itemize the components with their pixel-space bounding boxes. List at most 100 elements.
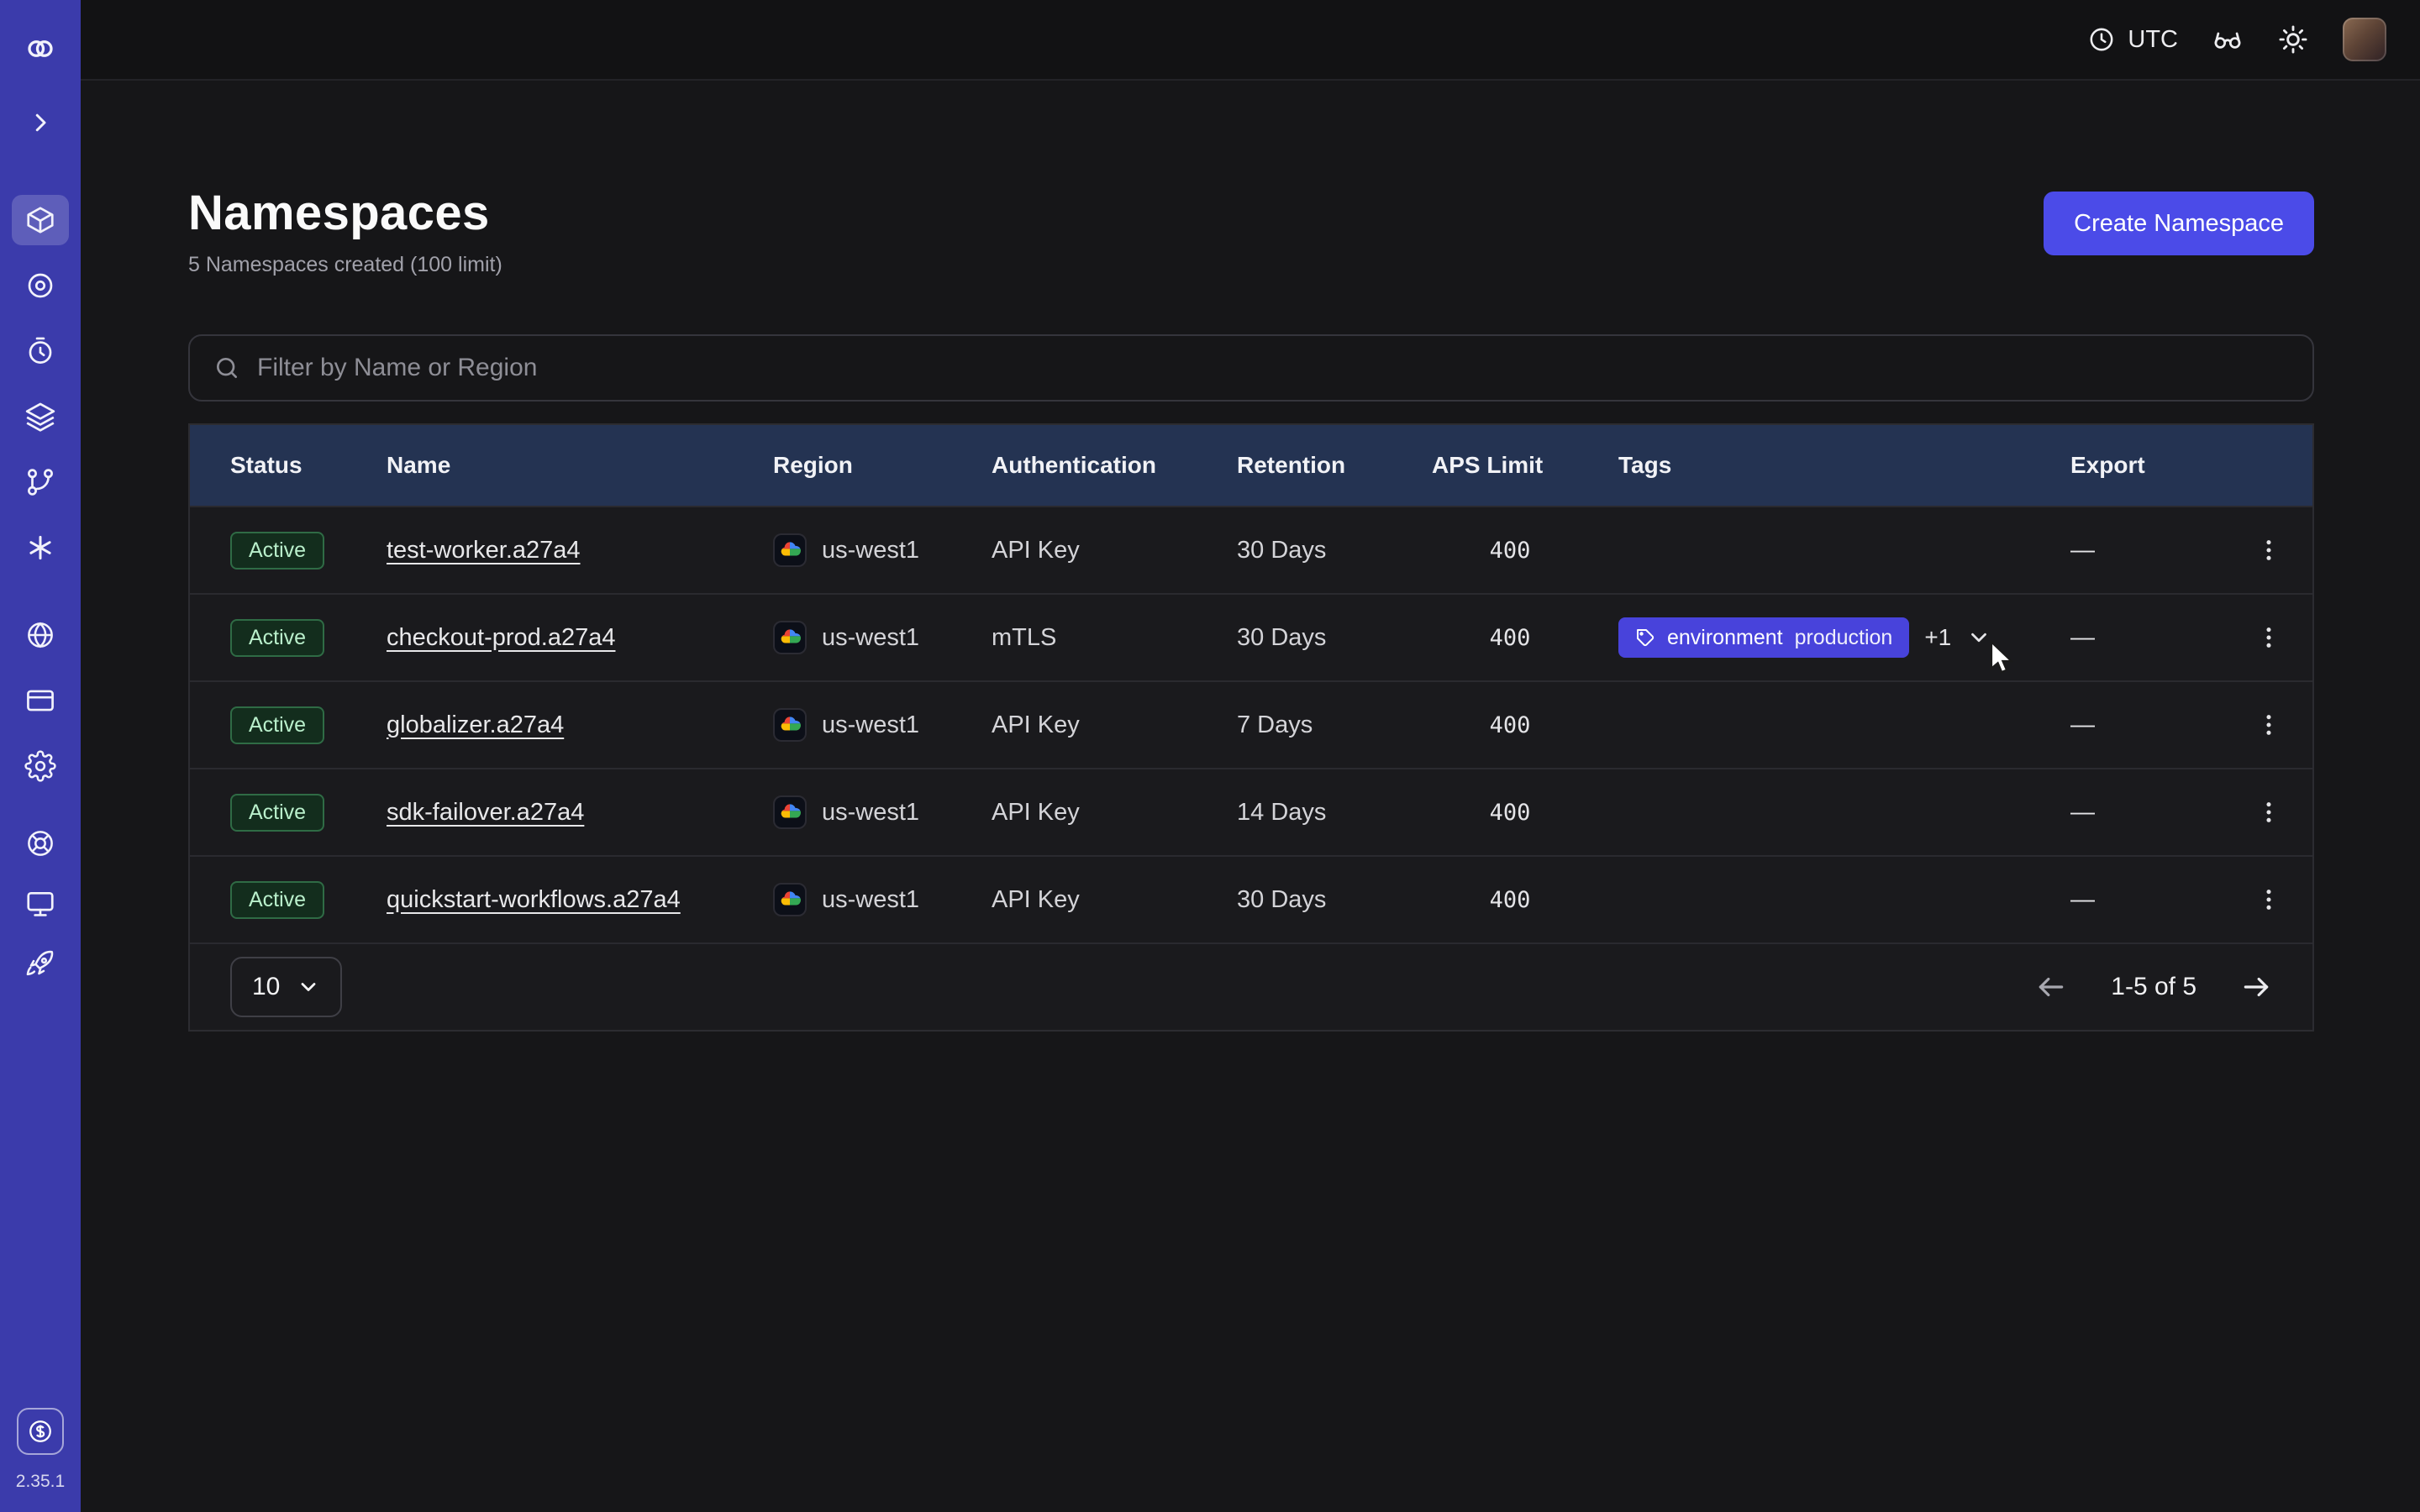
tags-cell: environment production +1: [1618, 617, 2070, 658]
globe-icon: [24, 619, 56, 651]
namespace-link[interactable]: sdk-failover.a27a4: [387, 799, 584, 826]
credit-card-icon: [24, 685, 56, 717]
aps-limit-value: 400: [1432, 800, 1618, 826]
theme-toggle-button[interactable]: [2277, 24, 2309, 55]
page-subtitle: 5 Namespaces created (100 limit): [188, 253, 502, 277]
sidebar-item-support[interactable]: [12, 818, 69, 869]
sidebar-item-workflows[interactable]: [12, 457, 69, 507]
export-value: —: [2070, 711, 2240, 739]
namespaces-table: Status Name Region Authentication Retent…: [188, 423, 2314, 1032]
kebab-icon: [2255, 886, 2282, 913]
region-label: us-west1: [822, 886, 919, 914]
sidebar: 2.35.1: [0, 0, 81, 1512]
gcp-logo-icon: [773, 708, 807, 742]
monitor-icon: [24, 888, 56, 920]
kebab-icon: [2255, 799, 2282, 826]
namespace-link[interactable]: test-worker.a27a4: [387, 537, 581, 564]
retention-label: 14 Days: [1237, 799, 1432, 827]
region-label: us-west1: [822, 799, 919, 827]
arrow-right-icon: [2240, 971, 2272, 1003]
export-value: —: [2070, 537, 2240, 564]
kebab-icon: [2255, 711, 2282, 738]
sidebar-item-regions[interactable]: [12, 610, 69, 660]
sidebar-expand-chevron-icon[interactable]: [12, 97, 69, 148]
tags-expand-button[interactable]: [1966, 625, 1991, 650]
tag-pill[interactable]: environment production: [1618, 617, 1909, 658]
region-label: us-west1: [822, 711, 919, 739]
retention-label: 30 Days: [1237, 624, 1432, 652]
sidebar-item-getting-started[interactable]: [12, 939, 69, 990]
arrow-left-icon: [2035, 971, 2067, 1003]
row-actions-menu-button[interactable]: [2245, 701, 2292, 748]
kebab-icon: [2255, 624, 2282, 651]
sidebar-item-schedules[interactable]: [12, 326, 69, 376]
lifebuoy-icon: [24, 827, 56, 859]
aps-limit-value: 400: [1432, 538, 1618, 564]
reader-mode-button[interactable]: [2212, 24, 2244, 55]
table-row: Active sdk-failover.a27a4 us-west1 API K…: [190, 768, 2312, 855]
pagination-range: 1-5 of 5: [2111, 973, 2196, 1001]
retention-label: 7 Days: [1237, 711, 1432, 739]
aps-limit-value: 400: [1432, 625, 1618, 651]
layers-icon: [24, 401, 56, 433]
table-row: Active globalizer.a27a4 us-west1 API Key…: [190, 680, 2312, 768]
filter-search[interactable]: [188, 334, 2314, 402]
status-badge: Active: [230, 706, 324, 744]
auth-label: API Key: [992, 537, 1237, 564]
kebab-icon: [2255, 537, 2282, 564]
chevron-down-icon: [1966, 625, 1991, 650]
user-avatar[interactable]: [2343, 18, 2386, 61]
row-actions-menu-button[interactable]: [2245, 876, 2292, 923]
next-page-button[interactable]: [2240, 971, 2272, 1003]
chevron-down-icon: [297, 975, 320, 999]
row-actions-menu-button[interactable]: [2245, 614, 2292, 661]
col-header-aps-limit: APS Limit: [1432, 452, 1618, 479]
col-header-name: Name: [387, 452, 773, 479]
rocket-icon: [24, 948, 56, 980]
timezone-button[interactable]: UTC: [2087, 25, 2178, 54]
create-namespace-button[interactable]: Create Namespace: [2044, 192, 2314, 255]
status-badge: Active: [230, 881, 324, 919]
previous-page-button[interactable]: [2035, 971, 2067, 1003]
glasses-icon: [2212, 24, 2244, 55]
row-actions-menu-button[interactable]: [2245, 789, 2292, 836]
col-header-retention: Retention: [1237, 452, 1432, 479]
page-title: Namespaces: [188, 185, 502, 241]
temporal-logo-icon[interactable]: [12, 24, 69, 74]
table-row: Active checkout-prod.a27a4 us-west1 mTLS…: [190, 593, 2312, 680]
gear-icon: [24, 750, 56, 782]
region-label: us-west1: [822, 624, 919, 652]
sidebar-item-nexus[interactable]: [12, 522, 69, 573]
sidebar-item-namespaces[interactable]: [12, 195, 69, 245]
namespace-link[interactable]: checkout-prod.a27a4: [387, 624, 615, 651]
usage-cost-button[interactable]: [17, 1408, 64, 1455]
tags-more-count[interactable]: +1: [1924, 624, 1951, 651]
region-label: us-west1: [822, 537, 919, 564]
search-input[interactable]: [257, 354, 2289, 382]
table-header-row: Status Name Region Authentication Retent…: [190, 425, 2312, 506]
page-size-select[interactable]: 10: [230, 957, 342, 1017]
auth-label: API Key: [992, 711, 1237, 739]
tag-icon: [1635, 627, 1655, 648]
pagination-bar: 10 1-5 of 5: [190, 942, 2312, 1030]
gcp-logo-icon: [773, 533, 807, 567]
cube-icon: [24, 204, 56, 236]
aps-limit-value: 400: [1432, 887, 1618, 913]
target-icon: [24, 270, 56, 302]
sidebar-item-deployments[interactable]: [12, 391, 69, 442]
aps-limit-value: 400: [1432, 712, 1618, 738]
sidebar-item-target[interactable]: [12, 260, 69, 311]
namespace-link[interactable]: globalizer.a27a4: [387, 711, 564, 738]
gcp-logo-icon: [773, 883, 807, 916]
namespace-link[interactable]: quickstart-workflows.a27a4: [387, 886, 681, 913]
sidebar-item-billing[interactable]: [12, 675, 69, 726]
status-badge: Active: [230, 619, 324, 657]
col-header-status: Status: [230, 452, 387, 479]
sidebar-item-settings[interactable]: [12, 741, 69, 791]
sun-icon: [2277, 24, 2309, 55]
row-actions-menu-button[interactable]: [2245, 527, 2292, 574]
sidebar-item-docs[interactable]: [12, 879, 69, 929]
export-value: —: [2070, 624, 2240, 652]
table-row: Active quickstart-workflows.a27a4 us-wes…: [190, 855, 2312, 942]
retention-label: 30 Days: [1237, 886, 1432, 914]
